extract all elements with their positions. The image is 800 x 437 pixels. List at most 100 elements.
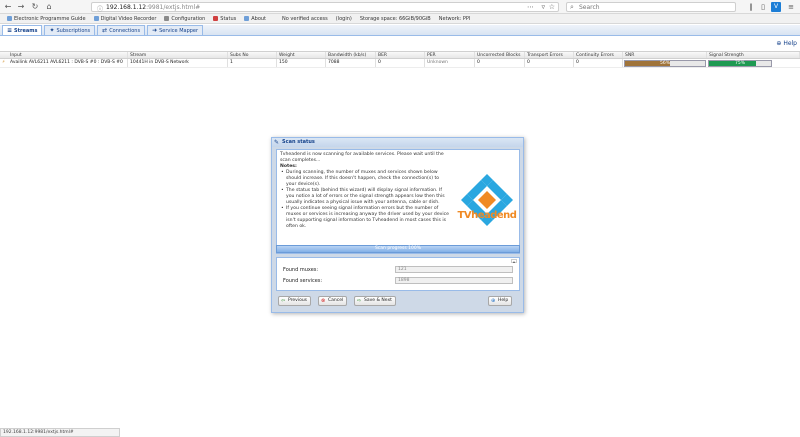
connections-icon: ⇄ [102,26,108,34]
collapse-icon[interactable]: ▴ [511,259,517,264]
signal-strength-bar: 75% [708,60,772,67]
previous-button[interactable]: ⇦ Previous [278,296,312,306]
access-status-text: No verified access [282,15,328,22]
cell-per: Unknown [425,59,475,67]
home-icon[interactable]: ⌂ [44,2,54,12]
found-services-label: Found services: [283,278,323,284]
col-continuity-errors[interactable]: Continuity Errors [574,52,623,58]
extension-icon[interactable]: V [771,2,781,12]
col-signal-strength[interactable]: Signal Strength [707,52,800,58]
found-muxes-row: Found muxes: 121 [283,266,515,274]
browser-status-bar: 192.168.1.12:9981/extjs.html# [0,428,120,437]
col-input[interactable]: Input [0,52,128,58]
bookmark-configuration[interactable]: Configuration [161,15,208,23]
scan-progress-bar: Scan progress 100% [276,245,520,253]
cancel-button[interactable]: ⊗ Cancel [318,296,348,306]
scan-status-dialog: ✎ Scan status Tvheadend is now scanning … [271,137,524,313]
status-subtabs: ≡ Streams ✦ Subscriptions ⇄ Connections ➜ Se… [0,25,800,36]
col-uncorrected-blocks[interactable]: Uncorrected Blocks [475,52,525,58]
arrow-right-icon: ⇨ [357,298,362,304]
notes-list: During scanning, the number of muxes and… [280,170,450,230]
forward-icon[interactable]: → [16,2,26,12]
subscriptions-icon: ✦ [49,26,55,34]
cell-subs-no: 1 [228,59,277,67]
help-icon: ⊕ [491,298,496,304]
help-dialog-button[interactable]: ⊕ Help [488,296,513,306]
col-snr[interactable]: SNR [623,52,707,58]
url-bar[interactable]: ⓘ 192.168.1.12:9981/extjs.html# ⋯ ▿ ☆ [91,2,559,13]
col-ber[interactable]: BER [376,52,425,58]
tab-subscriptions[interactable]: ✦ Subscriptions [44,25,96,35]
search-input[interactable] [579,3,729,11]
save-next-button[interactable]: ⇨ Save & Next [354,296,396,306]
found-services-field: 1898 [395,277,513,284]
dialog-body: Tvheadend is now scanning for available … [276,149,520,254]
bookmark-epg[interactable]: Electronic Programme Guide [4,15,89,23]
tab-connections[interactable]: ⇄ Connections [97,25,146,35]
wizard-icon: ✎ [274,139,280,146]
col-subs-no[interactable]: Subs No [228,52,277,58]
dialog-title: ✎ Scan status [272,138,523,147]
signal-strength-value: 75% [734,61,745,66]
cell-transport-errors: 0 [525,59,574,67]
col-bandwidth[interactable]: Bandwidth (kb/s) [326,52,376,58]
info-icon[interactable]: ⓘ [97,4,103,13]
menu-icon[interactable]: ≡ [786,2,796,12]
cell-stream: 10441H in DVB-S Network [128,59,228,67]
stream-status-icon: ⚡ [2,60,6,65]
list-item: During scanning, the number of muxes and… [280,170,450,188]
streams-icon: ≡ [7,26,13,34]
cell-weight: 150 [277,59,326,67]
col-weight[interactable]: Weight [277,52,326,58]
found-muxes-label: Found muxes: [283,267,319,273]
pocket-icon[interactable]: ▿ [541,3,545,11]
library-icon[interactable]: ‖ [746,2,756,12]
found-services-row: Found services: 1898 [283,277,515,285]
reload-icon[interactable]: ↻ [30,2,40,12]
cell-continuity-errors: 0 [574,59,623,67]
cancel-icon: ⊗ [321,298,326,304]
bookmark-status[interactable]: Status [210,15,239,23]
login-link[interactable]: (login) [333,15,355,23]
page-actions-icon[interactable]: ⋯ [527,3,534,11]
bookmark-star-icon[interactable]: ☆ [549,3,555,11]
cell-uncorrected-blocks: 0 [475,59,525,67]
sidebar-icon[interactable]: ▯ [758,2,768,12]
search-icon: ⌕ [570,3,574,11]
list-item: If you continue seeing signal informatio… [280,206,450,230]
snr-value: 56% [659,61,670,66]
storage-space-text: Storage space: 66GiB/90GiB [359,15,431,22]
network-text: Network: PPI [438,15,471,22]
list-item: The status tab (behind this wizard) will… [280,188,450,206]
tvheadend-logo-text: TVheadend [457,210,517,221]
snr-bar: 56% [624,60,706,67]
grid-header: Input Stream Subs No Weight Bandwidth (k… [0,51,800,59]
browser-nav-bar: ← → ↻ ⌂ ⓘ 192.168.1.12:9981/extjs.html# … [0,0,800,14]
table-row[interactable]: ⚡ Availink AVL6211 AVL6211 : DVB-S #0 : … [0,59,800,68]
scan-progress-label: Scan progress 100% [374,246,422,251]
tvheadend-logo-icon [461,174,513,226]
dialog-buttons: ⇦ Previous ⊗ Cancel ⇨ Save & Next ⊕ Help [276,296,520,308]
bookmark-about[interactable]: About [241,15,269,23]
scan-stats-panel: ▴ Found muxes: 121 Found services: 1898 [276,257,520,291]
tab-streams[interactable]: ≡ Streams [2,25,43,35]
cell-input: ⚡ Availink AVL6211 AVL6211 : DVB-S #0 : … [0,59,128,67]
dialog-text: Tvheadend is now scanning for available … [280,152,450,230]
col-per[interactable]: PER [425,52,475,58]
bookmarks-bar: Electronic Programme Guide Digital Video… [0,14,800,24]
help-button[interactable]: ⊕ Help [776,40,797,47]
search-bar[interactable]: ⌕ [566,2,736,12]
col-stream[interactable]: Stream [128,52,228,58]
service-mapper-icon: ➜ [152,26,158,34]
col-transport-errors[interactable]: Transport Errors [525,52,574,58]
found-muxes-field: 121 [395,266,513,273]
arrow-left-icon: ⇦ [281,298,286,304]
cell-bandwidth: 7088 [326,59,376,67]
back-icon[interactable]: ← [3,2,13,12]
streams-grid: Input Stream Subs No Weight Bandwidth (k… [0,51,800,68]
intro-text: Tvheadend is now scanning for available … [280,152,444,163]
cell-ber: 0 [376,59,425,67]
url-text: 192.168.1.12:9981/extjs.html# [106,4,201,11]
tab-service-mapper[interactable]: ➜ Service Mapper [147,25,204,35]
bookmark-dvr[interactable]: Digital Video Recorder [91,15,160,23]
